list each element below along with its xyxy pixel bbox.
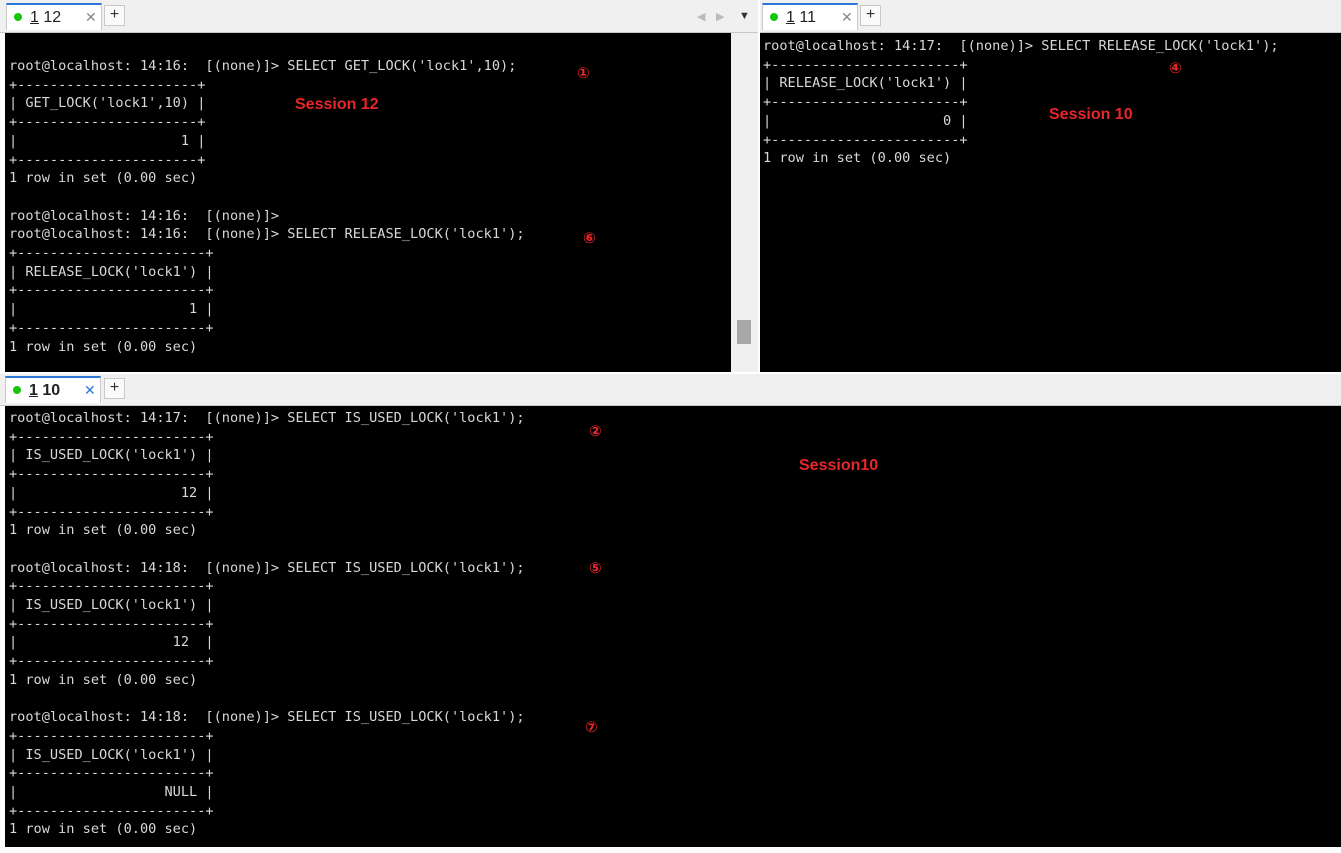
step-marker-6: ⑥ xyxy=(583,229,596,247)
tab-number: 1 xyxy=(29,382,38,399)
connected-status-icon xyxy=(14,13,22,21)
connected-status-icon xyxy=(770,13,778,21)
new-tab-button[interactable]: + xyxy=(860,5,881,26)
step-marker-2: ② xyxy=(589,422,602,440)
close-tab-icon[interactable]: ✕ xyxy=(85,9,97,26)
right-tab-bar: 1 11 ✕ + xyxy=(760,0,1341,33)
tab-label: 10 xyxy=(42,382,61,399)
session-label-bottom: Session10 xyxy=(799,457,879,474)
tab-number: 1 xyxy=(786,9,795,26)
terminal-pane-right[interactable]: root@localhost: 14:17: [(none)]> SELECT … xyxy=(760,33,1341,372)
close-tab-icon[interactable]: ✕ xyxy=(841,9,853,26)
step-marker-5: ⑤ xyxy=(589,559,602,577)
step-marker-1: ① xyxy=(577,64,590,82)
close-tab-icon[interactable]: ✕ xyxy=(84,382,96,399)
scroll-tabs-left-icon[interactable]: ◀ xyxy=(697,10,705,23)
step-marker-4: ④ xyxy=(1169,59,1182,77)
left-pane-scrollbar[interactable] xyxy=(731,33,758,372)
tab-list-dropdown-icon[interactable]: ▼ xyxy=(739,10,750,22)
new-tab-button[interactable]: + xyxy=(104,378,125,399)
session-label-left: Session 12 xyxy=(295,96,379,113)
tab-label: 12 xyxy=(43,9,62,26)
terminal-pane-left[interactable]: root@localhost: 14:16: [(none)]> SELECT … xyxy=(5,33,731,372)
step-marker-7: ⑦ xyxy=(585,718,598,736)
tab-label: 11 xyxy=(799,9,816,26)
terminal-output-left: root@localhost: 14:16: [(none)]> SELECT … xyxy=(9,58,525,355)
scrollbar-thumb[interactable] xyxy=(737,320,751,344)
tab-number: 1 xyxy=(30,9,39,26)
terminal-pane-bottom[interactable]: root@localhost: 14:17: [(none)]> SELECT … xyxy=(5,406,1341,847)
terminal-output-bottom: root@localhost: 14:17: [(none)]> SELECT … xyxy=(9,410,525,838)
bottom-tab-bar: 1 10 ✕ + xyxy=(0,374,1341,406)
tab-session-12[interactable]: 1 12 ✕ xyxy=(6,3,102,30)
tab-session-10[interactable]: 1 10 ✕ xyxy=(5,376,101,403)
new-tab-button[interactable]: + xyxy=(104,5,125,26)
scroll-tabs-right-icon[interactable]: ▶ xyxy=(716,10,724,23)
terminal-output-right: root@localhost: 14:17: [(none)]> SELECT … xyxy=(763,38,1279,167)
left-tab-bar: 1 12 ✕ + ◀ ▶ ▼ xyxy=(0,0,758,33)
connected-status-icon xyxy=(13,386,21,394)
session-label-right: Session 10 xyxy=(1049,106,1133,123)
tab-session-11[interactable]: 1 11 ✕ xyxy=(762,3,858,30)
